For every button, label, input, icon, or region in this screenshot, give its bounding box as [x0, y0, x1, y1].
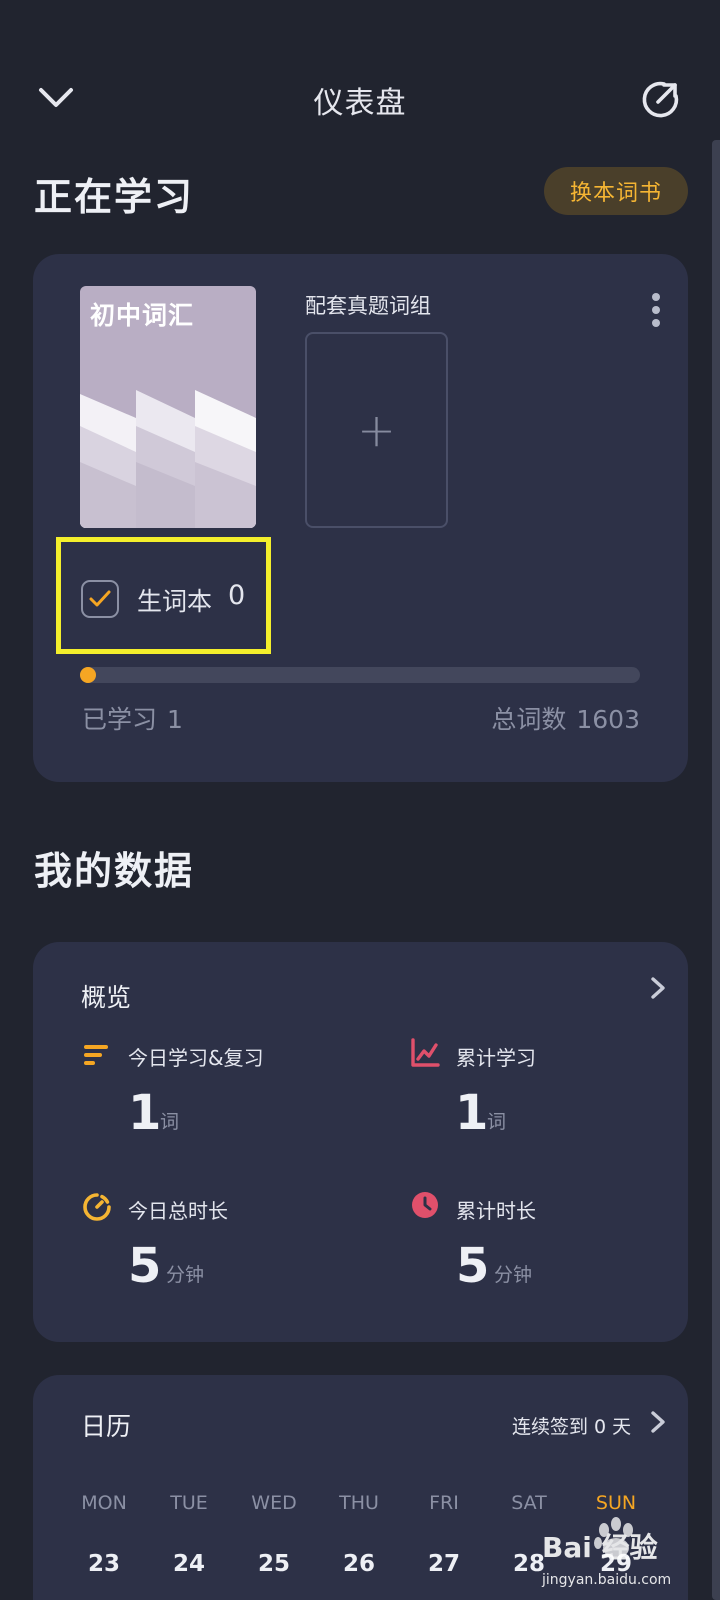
plus-icon: +	[357, 403, 396, 457]
calendar-date[interactable]: 26	[319, 1551, 399, 1577]
vocab-notebook-checkbox[interactable]	[81, 580, 119, 618]
vocab-notebook-count: 0	[228, 580, 246, 611]
total-label: 总词数	[491, 705, 567, 734]
learned-stat: 已学习 1	[82, 700, 183, 736]
learned-count: 1	[167, 705, 183, 734]
watermark-brand: Bai 经验	[542, 1531, 658, 1564]
check-icon	[89, 590, 111, 607]
today-duration-unit: 分钟	[166, 1264, 205, 1286]
cover-title: 初中词汇	[90, 301, 195, 330]
add-pack-button[interactable]: +	[305, 332, 448, 528]
total-duration-label: 累计时长	[456, 1199, 536, 1223]
book-cover[interactable]: 初中词汇	[80, 286, 256, 528]
total-count: 1603	[576, 705, 640, 734]
today-duration-label: 今日总时长	[128, 1199, 228, 1223]
calendar-date[interactable]: 23	[64, 1551, 144, 1577]
calendar-date[interactable]: 24	[149, 1551, 229, 1577]
calendar-title: 日历	[81, 1412, 132, 1441]
total-duration-unit: 分钟	[494, 1264, 533, 1286]
total-study-unit: 词	[487, 1111, 507, 1133]
day-name-fri: FRI	[429, 1492, 459, 1514]
day-name-thu: THU	[339, 1492, 379, 1514]
checkin-streak: 连续签到 0 天	[512, 1416, 632, 1438]
day-name-mon: MON	[81, 1492, 127, 1514]
external-link-icon	[642, 81, 679, 118]
total-stat: 总词数 1603	[491, 700, 640, 736]
scrollbar[interactable]	[712, 140, 720, 1600]
more-vertical-icon	[652, 293, 660, 327]
learned-label: 已学习	[82, 705, 158, 734]
pack-label: 配套真题词组	[305, 294, 431, 318]
calendar-date[interactable]: 25	[234, 1551, 314, 1577]
share-button[interactable]	[640, 78, 682, 120]
list-bars-icon	[82, 1040, 112, 1070]
total-duration-value: 5	[456, 1238, 490, 1294]
today-study-label: 今日学习&复习	[128, 1046, 264, 1070]
study-progress-bar	[80, 667, 640, 683]
overview-chevron-right-icon[interactable]	[648, 976, 668, 1000]
calendar-date[interactable]: 27	[404, 1551, 484, 1577]
clock-icon	[410, 1190, 440, 1220]
total-study-value: 1	[455, 1085, 489, 1141]
today-study-unit: 词	[160, 1111, 180, 1133]
total-study-label: 累计学习	[456, 1046, 536, 1070]
my-data-section-title: 我的数据	[34, 849, 195, 893]
today-duration-value: 5	[128, 1238, 162, 1294]
calendar-chevron-right-icon[interactable]	[648, 1410, 668, 1434]
line-chart-icon	[410, 1038, 440, 1068]
switch-book-button[interactable]: 换本词书	[544, 167, 688, 215]
baidu-jingyan-watermark: Bai 经验 jingyan.baidu.com	[542, 1510, 714, 1596]
page-title: 仪表盘	[313, 86, 407, 121]
more-options-button[interactable]	[648, 290, 664, 330]
day-name-tue: TUE	[170, 1492, 208, 1514]
study-progress-fill	[80, 667, 96, 683]
watermark-url: jingyan.baidu.com	[542, 1572, 672, 1588]
studying-section-title: 正在学习	[34, 175, 195, 219]
today-study-value: 1	[128, 1085, 162, 1141]
overview-title: 概览	[81, 983, 132, 1012]
vocab-notebook-label[interactable]: 生词本	[137, 582, 212, 618]
timer-icon	[82, 1192, 112, 1222]
day-name-wed: WED	[251, 1492, 297, 1514]
